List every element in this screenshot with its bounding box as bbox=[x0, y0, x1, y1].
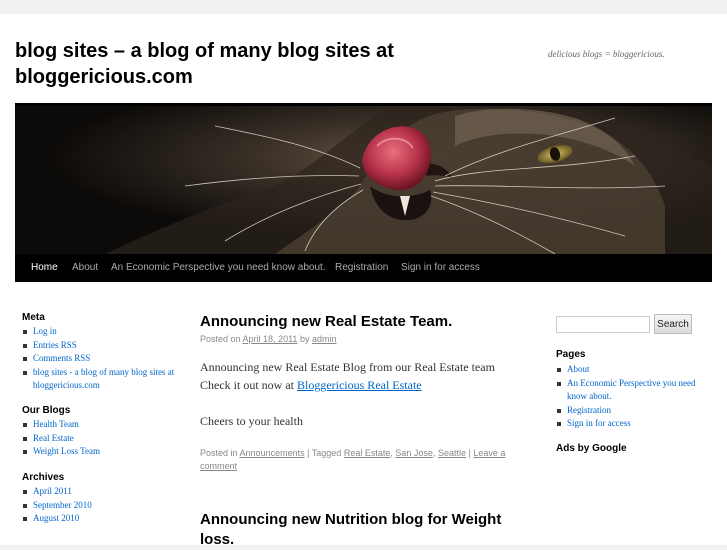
weight-loss-team-link[interactable]: Weight Loss Team bbox=[33, 446, 100, 456]
nav-economic-perspective[interactable]: An Economic Perspective you need know ab… bbox=[111, 254, 326, 282]
post-title-link[interactable]: Announcing new Nutrition blog for Weight… bbox=[200, 511, 501, 548]
nav-home[interactable]: Home bbox=[31, 254, 58, 282]
entries-rss-link[interactable]: Entries RSS bbox=[33, 340, 77, 350]
post-title[interactable]: Announcing new Nutrition blog for Weight… bbox=[200, 510, 530, 550]
ads-heading: Ads by Google bbox=[556, 443, 627, 454]
pages-list: About An Economic Perspective you need k… bbox=[556, 363, 706, 431]
post-paragraph-2: Cheers to your health bbox=[200, 414, 303, 428]
site-title[interactable]: blog sites – a blog of many blog sites a… bbox=[15, 38, 485, 90]
post-body-text: Check it out now at bbox=[200, 378, 294, 392]
meta-heading: Meta bbox=[22, 312, 45, 323]
list-item: September 2010 bbox=[22, 499, 182, 513]
site-description: delicious blogs = bloggericious. bbox=[548, 49, 665, 59]
archive-august-2010[interactable]: August 2010 bbox=[33, 513, 79, 523]
blog-sites-link[interactable]: blog sites - a blog of many blog sites a… bbox=[33, 367, 174, 391]
site-title-link[interactable]: blog sites – a blog of many blog sites a… bbox=[15, 40, 394, 88]
post-date-link[interactable]: April 18, 2011 bbox=[243, 334, 298, 344]
nav-sign-in[interactable]: Sign in for access bbox=[401, 254, 480, 282]
archives-heading: Archives bbox=[22, 472, 65, 483]
page-economic-perspective-link[interactable]: An Economic Perspective you need know ab… bbox=[567, 378, 695, 402]
list-item: Comments RSS bbox=[22, 352, 182, 366]
our-blogs-heading: Our Blogs bbox=[22, 405, 71, 416]
page-registration-link[interactable]: Registration bbox=[567, 405, 611, 415]
page-sign-in-link[interactable]: Sign in for access bbox=[567, 418, 631, 428]
posted-in-label: Posted in bbox=[200, 448, 238, 458]
post-title[interactable]: Announcing new Real Estate Team. bbox=[200, 312, 452, 332]
main-nav: Home About An Economic Perspective you n… bbox=[15, 254, 712, 282]
post-title-link[interactable]: Announcing new Real Estate Team. bbox=[200, 313, 452, 330]
list-item: An Economic Perspective you need know ab… bbox=[556, 377, 706, 404]
post-body-line: Announcing new Real Estate Blog from our… bbox=[200, 360, 495, 374]
tagged-label: | Tagged bbox=[307, 448, 342, 458]
archives-list: April 2011 September 2010 August 2010 bbox=[22, 485, 182, 526]
nav-about[interactable]: About bbox=[72, 254, 98, 282]
post-meta: Posted on April 18, 2011 by admin bbox=[200, 334, 336, 344]
list-item: August 2010 bbox=[22, 512, 182, 526]
meta-list: Log in Entries RSS Comments RSS blog sit… bbox=[22, 325, 182, 393]
posted-on-label: Posted on bbox=[200, 334, 241, 344]
cat-header-image bbox=[15, 106, 712, 254]
list-item: blog sites - a blog of many blog sites a… bbox=[22, 366, 178, 393]
list-item: Health Team bbox=[22, 418, 182, 432]
tag-link[interactable]: Seattle bbox=[438, 448, 466, 458]
health-team-link[interactable]: Health Team bbox=[33, 419, 79, 429]
post-footer-meta: Posted in Announcements | Tagged Real Es… bbox=[200, 448, 506, 471]
login-link[interactable]: Log in bbox=[33, 326, 57, 336]
list-item: Registration bbox=[556, 404, 706, 418]
tag-link[interactable]: Real Estate bbox=[344, 448, 391, 458]
list-item: April 2011 bbox=[22, 485, 182, 499]
list-item: Weight Loss Team bbox=[22, 445, 182, 459]
search-input[interactable] bbox=[556, 316, 650, 333]
tag-link[interactable]: San Jose bbox=[395, 448, 433, 458]
list-item: About bbox=[556, 363, 706, 377]
archive-april-2011[interactable]: April 2011 bbox=[33, 486, 72, 496]
list-item: Entries RSS bbox=[22, 339, 182, 353]
archive-september-2010[interactable]: September 2010 bbox=[33, 500, 92, 510]
search-button[interactable]: Search bbox=[654, 314, 692, 334]
real-estate-link[interactable]: Real Estate bbox=[33, 433, 74, 443]
category-link[interactable]: Announcements bbox=[240, 448, 305, 458]
comments-rss-link[interactable]: Comments RSS bbox=[33, 353, 90, 363]
page-about-link[interactable]: About bbox=[567, 364, 590, 374]
header-image bbox=[15, 106, 712, 254]
by-label: by bbox=[299, 334, 310, 344]
post-author-link[interactable]: admin bbox=[312, 334, 337, 344]
list-item: Log in bbox=[22, 325, 182, 339]
list-item: Sign in for access bbox=[556, 417, 706, 431]
our-blogs-list: Health Team Real Estate Weight Loss Team bbox=[22, 418, 182, 459]
list-item: Real Estate bbox=[22, 432, 182, 446]
nav-registration[interactable]: Registration bbox=[335, 254, 388, 282]
pages-heading: Pages bbox=[556, 349, 586, 360]
bloggericious-real-estate-link[interactable]: Bloggericious Real Estate bbox=[297, 378, 422, 392]
post-paragraph: Announcing new Real Estate Blog from our… bbox=[200, 358, 530, 394]
